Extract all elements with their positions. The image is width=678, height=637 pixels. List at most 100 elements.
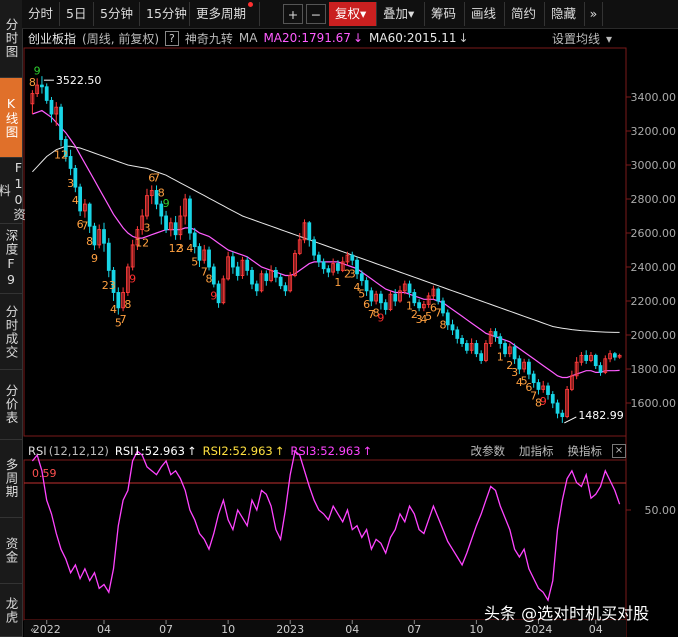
price-tick-label: 2800.00 <box>631 193 677 206</box>
kline-chart[interactable]: 3400.00 3200.00 3000.00 2800.00 2600.00 2400.… <box>0 0 678 637</box>
candle-body <box>316 254 321 263</box>
rsi1-value: RSI1:52.963 <box>114 444 185 458</box>
candle-body <box>73 167 78 188</box>
sidebar-tab-kline[interactable]: K线图 <box>0 78 22 158</box>
rsi-labels: 0.59 50.00 <box>32 467 676 517</box>
candle-body <box>78 186 83 212</box>
price-tick-label: 3200.00 <box>631 125 677 138</box>
nine-turn-label: 9 <box>34 64 41 77</box>
sidebar-tab-f9[interactable]: 深度F9 <box>0 224 22 294</box>
sidebar-tab-dragon-tiger[interactable]: 龙虎 <box>0 584 22 637</box>
candle-body <box>207 249 211 268</box>
up-arrow-icon: ↑ <box>362 444 373 458</box>
nine-turn-label: 9 <box>377 312 384 325</box>
time-tick-label: 2022 <box>33 623 61 636</box>
candle-body <box>59 106 63 140</box>
rsi-marker-label: 0.59 <box>32 467 57 480</box>
nine-turn-label: 23 <box>102 279 116 292</box>
candle-body <box>464 343 469 351</box>
candle-body <box>369 290 374 302</box>
up-arrow-icon: ↑ <box>187 444 197 458</box>
time-tick-label: 04 <box>345 623 359 636</box>
candle-body <box>560 412 565 418</box>
candle-body <box>445 312 450 326</box>
sidebar-tab-trades[interactable]: 分时成交 <box>0 294 22 370</box>
nine-turn-label: 3 <box>67 177 74 190</box>
price-tick-label: 1800.00 <box>631 363 677 376</box>
sidebar-tab-f10[interactable]: F10资料 <box>0 158 26 224</box>
candle-body <box>379 293 383 304</box>
nine-turn-label: 9 <box>210 289 217 302</box>
sidebar-tab-funds[interactable]: 资金 <box>0 518 22 584</box>
time-tick-label: 04 <box>97 623 111 636</box>
rsi3-value: RSI3:52.963 <box>290 444 361 458</box>
candle-body <box>517 358 522 370</box>
candle-body <box>231 256 235 268</box>
candle-body <box>245 259 250 271</box>
time-tick-label: 2024 <box>524 623 552 636</box>
time-tick-label: 07 <box>159 623 173 636</box>
rsi-tick-label: 50.00 <box>645 504 677 517</box>
candle-body <box>192 232 197 248</box>
candle-body <box>250 269 254 285</box>
sidebar-tab-multi-period[interactable]: 多周期 <box>0 440 22 518</box>
candle-body <box>393 293 398 302</box>
candle-body <box>40 84 44 88</box>
candle-body <box>188 198 192 234</box>
rsi-params: (12,12,12) <box>48 444 109 458</box>
candle-body <box>593 354 598 367</box>
candle-body <box>546 385 550 395</box>
nine-turn-label: 8 <box>86 235 93 248</box>
close-icon[interactable]: × <box>612 444 626 458</box>
price-panel-border <box>23 47 627 437</box>
nine-turn-label: 7 <box>81 220 88 233</box>
candle-body <box>512 346 517 360</box>
candle-body <box>527 361 531 375</box>
candle-body <box>197 246 202 261</box>
nine-turn-label: 8 <box>29 76 36 89</box>
candle-body <box>436 288 441 302</box>
high-label: 3522.50 <box>56 74 102 87</box>
candle-body <box>254 283 259 292</box>
candle-body <box>321 261 326 270</box>
candle-body <box>612 353 617 358</box>
candle-body <box>441 300 445 314</box>
nine-turn-label: 7 <box>120 313 127 326</box>
time-tick-label: 04 <box>589 623 603 636</box>
candle-body <box>326 268 331 273</box>
nine-turn-markers: 891234678923457891236789123 4578912345678… <box>29 64 547 409</box>
nine-turn-label: 12 <box>135 237 149 250</box>
candle-body <box>598 365 603 373</box>
modify-params-button[interactable]: 改参数 <box>471 443 506 459</box>
time-tick-label: 07 <box>407 623 421 636</box>
candle-body <box>216 283 221 304</box>
candle-body <box>106 242 111 271</box>
price-axis: 3400.00 3200.00 3000.00 2800.00 2600.00 2400.… <box>626 91 676 410</box>
candle-body <box>407 283 412 293</box>
candle-body <box>455 329 460 339</box>
time-tick-label: 10 <box>469 623 483 636</box>
candle-body <box>211 266 216 285</box>
candle-body <box>44 86 49 101</box>
rsi2-value: RSI2:52.963 <box>202 444 273 458</box>
switch-indicator-button[interactable]: 换指标 <box>568 443 603 459</box>
candle-body <box>479 353 484 361</box>
price-tick-label: 2200.00 <box>631 295 677 308</box>
price-tick-label: 2000.00 <box>631 329 677 342</box>
chart-grid <box>23 47 627 637</box>
rsi-line <box>31 450 621 602</box>
nine-turn-label: 9 <box>91 252 98 265</box>
sidebar-tab-intraday[interactable]: 分时图 <box>0 0 22 78</box>
candle-body <box>87 203 92 227</box>
low-pointer <box>564 416 577 424</box>
candle-body <box>336 263 340 271</box>
add-indicator-button[interactable]: 加指标 <box>519 443 554 459</box>
candle-body <box>498 336 503 344</box>
sidebar-tab-price-table[interactable]: 分价表 <box>0 370 22 440</box>
nine-turn-label: 1 <box>497 351 504 364</box>
candle-body <box>173 222 178 236</box>
nine-turn-label: 1 <box>334 276 341 289</box>
candle-body <box>307 222 312 241</box>
candle-body <box>536 382 541 390</box>
price-tick-label: 3400.00 <box>631 91 677 104</box>
